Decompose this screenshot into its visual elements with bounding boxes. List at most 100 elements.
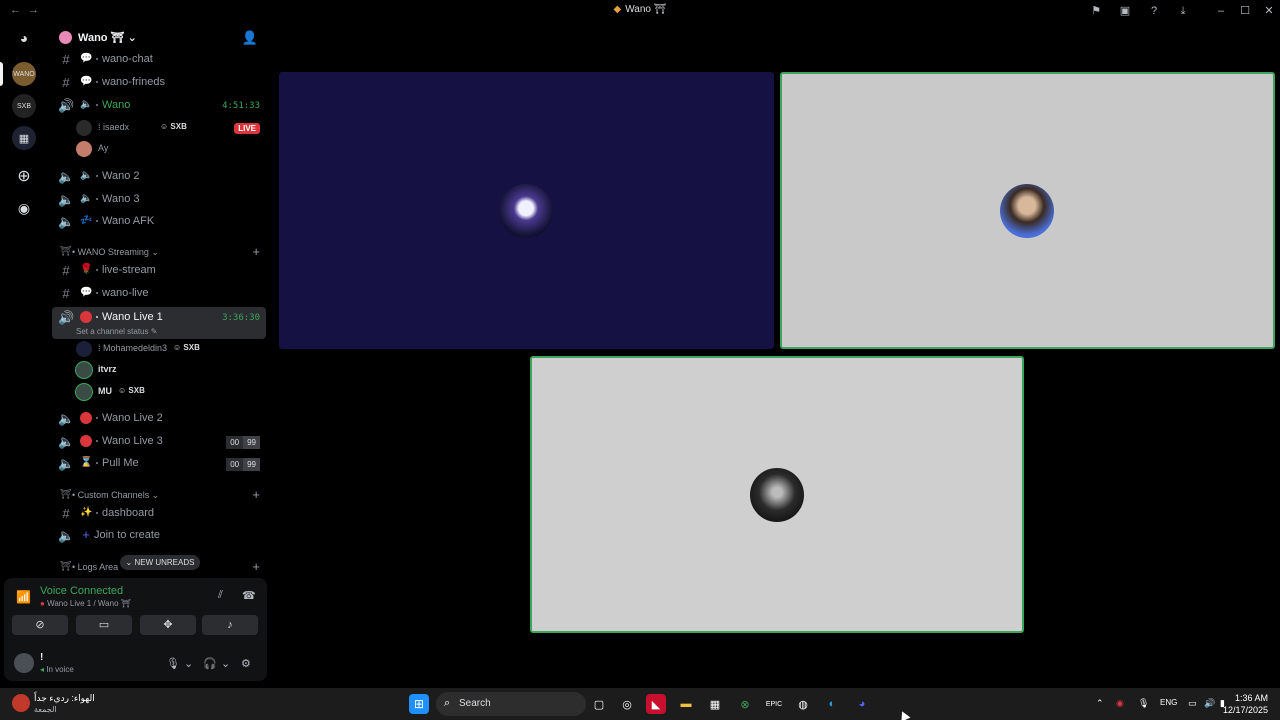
sleep-icon: 💤 xyxy=(80,215,93,226)
inbox-icon[interactable]: ▣ xyxy=(1118,4,1132,18)
chevron-up-icon[interactable]: ⌃ xyxy=(1096,698,1104,709)
selected-server-pill xyxy=(0,62,3,86)
discord-home-icon[interactable]: ◕ xyxy=(12,26,36,50)
user-limit-badge: 00 99 xyxy=(226,458,260,471)
hashtag-icon: # xyxy=(62,52,70,67)
torii-icon: ⛩ xyxy=(60,561,72,571)
voice-timer: 3:36:30 xyxy=(222,313,260,323)
screen-share-button[interactable]: ▭ xyxy=(76,615,132,635)
camera-off-button[interactable]: ⊘ xyxy=(12,615,68,635)
channel-label: dashboard xyxy=(102,507,154,519)
activities-button[interactable]: ✥ xyxy=(140,615,196,635)
category-label: • WANO Streaming ⌄ xyxy=(72,247,159,257)
channel-status[interactable]: Set a channel status ✎ xyxy=(76,327,157,336)
voice-channel-wano-2[interactable]: 🔈 🔈 Wano 2 xyxy=(52,166,266,188)
channel-dashboard[interactable]: # ✨ dashboard xyxy=(52,503,266,525)
file-explorer-icon[interactable]: ▬ xyxy=(676,694,696,714)
discover-icon[interactable]: ◉ xyxy=(12,196,36,220)
member-name: Ay xyxy=(98,143,109,153)
help-icon[interactable]: ? xyxy=(1147,4,1161,18)
channel-label: wano-chat xyxy=(102,53,153,65)
voice-channel-pull-me[interactable]: 🔈 ⌛ Pull Me 00 99 xyxy=(52,453,266,475)
voice-channel-wano-live-2[interactable]: 🔈 Wano Live 2 xyxy=(52,408,266,430)
participant-tile[interactable] xyxy=(279,72,774,349)
create-channel-button[interactable]: + xyxy=(252,559,260,574)
disconnect-icon[interactable]: ☎ xyxy=(242,589,256,602)
voice-member[interactable]: itvrz xyxy=(76,360,266,380)
add-member-icon[interactable]: 👤 xyxy=(242,30,258,46)
channel-label: Pull Me xyxy=(102,457,139,469)
tray-app-icon[interactable]: ◉ xyxy=(1116,698,1124,709)
voice-channel-wano-live-1[interactable]: 🔊 Wano Live 1 3:36:30 Set a channel stat… xyxy=(52,307,266,339)
maximize-icon[interactable]: ☐ xyxy=(1238,4,1252,18)
minimize-icon[interactable]: – xyxy=(1214,4,1228,18)
channel-label: Wano xyxy=(102,99,131,111)
discord-taskbar-icon[interactable]: ◕ xyxy=(852,694,872,714)
user-avatar[interactable] xyxy=(14,653,34,673)
settings-gear-icon[interactable]: ⚙ xyxy=(241,657,251,670)
network-icon[interactable]: ▭ xyxy=(1188,698,1197,709)
flag-icon[interactable]: ⚑ xyxy=(1089,4,1103,18)
weather-title[interactable]: الهواء: رديء جداً xyxy=(34,693,95,704)
channel-wano-chat[interactable]: # 💬 wano-chat xyxy=(52,49,266,71)
search-box[interactable]: ⌕ Search xyxy=(436,692,586,716)
server-folder-icon[interactable]: ▦ xyxy=(12,126,36,150)
chevron-down-icon[interactable]: ⌄ xyxy=(184,657,193,670)
channel-label: Wano 2 xyxy=(102,170,140,182)
create-channel-button[interactable]: + xyxy=(252,487,260,502)
voice-member[interactable]: Ay xyxy=(76,139,266,159)
voice-channel-wano-3[interactable]: 🔈 🔈 Wano 3 xyxy=(52,189,266,211)
participant-avatar xyxy=(499,184,553,238)
chevron-down-icon[interactable]: ⌄ xyxy=(221,657,230,670)
microphone-tray-icon[interactable]: 🎙 xyxy=(1138,698,1149,709)
steam-icon[interactable]: ◍ xyxy=(793,694,813,714)
channel-live-stream[interactable]: # 🌹 live-stream xyxy=(52,260,266,282)
task-view-icon[interactable]: ▢ xyxy=(589,694,609,714)
voice-channel-join-to-create[interactable]: 🔈 + Join to create xyxy=(52,525,266,547)
download-icon[interactable]: ⤓ xyxy=(1176,4,1190,18)
new-unreads-pill[interactable]: ⌄ NEW UNREADS xyxy=(120,555,200,570)
server-wano-icon[interactable]: WANO xyxy=(12,62,36,86)
signal-icon[interactable]: 📶 xyxy=(16,590,31,604)
rose-icon: 🌹 xyxy=(80,264,93,275)
microphone-icon[interactable]: 🎙 xyxy=(166,657,180,670)
voice-channel-wano-live-3[interactable]: 🔈 Wano Live 3 00 99 xyxy=(52,431,266,453)
windows-start-icon[interactable]: ⊞ xyxy=(409,694,429,714)
language-indicator[interactable]: ENG xyxy=(1160,698,1177,707)
voice-channel-wano[interactable]: 🔊 🔈 Wano 4:51:33 xyxy=(52,95,266,117)
separator-dot xyxy=(96,440,98,442)
noise-suppression-icon[interactable]: ⫽ xyxy=(218,589,223,602)
clock[interactable]: 1:36 AM 12/17/2025 xyxy=(1223,692,1268,716)
separator-dot xyxy=(96,198,98,200)
add-server-icon[interactable]: ⊕ xyxy=(12,164,36,188)
close-icon[interactable]: ✕ xyxy=(1262,4,1276,18)
voice-member[interactable]: MU ☺ SXB xyxy=(76,382,266,402)
avatar xyxy=(76,120,92,136)
create-channel-button[interactable]: + xyxy=(252,244,260,259)
voice-member[interactable]: ⁞ isaedx ☺ SXB LIVE xyxy=(76,118,266,138)
chrome-icon[interactable]: ◎ xyxy=(617,694,637,714)
voice-timer: 4:51:33 xyxy=(222,101,260,111)
xbox-icon[interactable]: ⊗ xyxy=(735,694,755,714)
store-icon[interactable]: ▦ xyxy=(705,694,725,714)
voice-member[interactable]: ⁞ Mohamedeldin3 ☺ SXB xyxy=(76,339,266,359)
edge-icon[interactable]: ◐ xyxy=(822,694,842,714)
channel-wano-live[interactable]: # 💬 wano-live xyxy=(52,283,266,305)
server-sxb-icon[interactable]: SXB xyxy=(12,94,36,118)
participant-tile-speaking[interactable] xyxy=(780,72,1275,349)
speaker-icon: 🔈 xyxy=(58,456,75,471)
headphones-icon[interactable]: 🎧 xyxy=(203,657,217,670)
search-icon: ⌕ xyxy=(444,697,451,709)
weather-icon[interactable] xyxy=(12,694,30,712)
epic-games-icon[interactable]: EPIC xyxy=(764,694,784,714)
red-circle-icon xyxy=(80,412,92,424)
participant-tile-speaking[interactable] xyxy=(530,356,1024,633)
voice-channel-path[interactable]: ● Wano Live 1 / Wano ⛩ xyxy=(40,599,131,608)
speaker-icon: 🔈 xyxy=(80,99,93,110)
channel-wano-frineds[interactable]: # 💬 wano-frineds xyxy=(52,72,266,94)
speech-bubble-icon: 💬 xyxy=(80,287,93,298)
soundboard-button[interactable]: ♪ xyxy=(202,615,258,635)
volume-icon[interactable]: 🔊 xyxy=(1204,698,1215,709)
amd-icon[interactable]: ◣ xyxy=(646,694,666,714)
voice-channel-wano-afk[interactable]: 🔈 💤 Wano AFK xyxy=(52,211,266,233)
